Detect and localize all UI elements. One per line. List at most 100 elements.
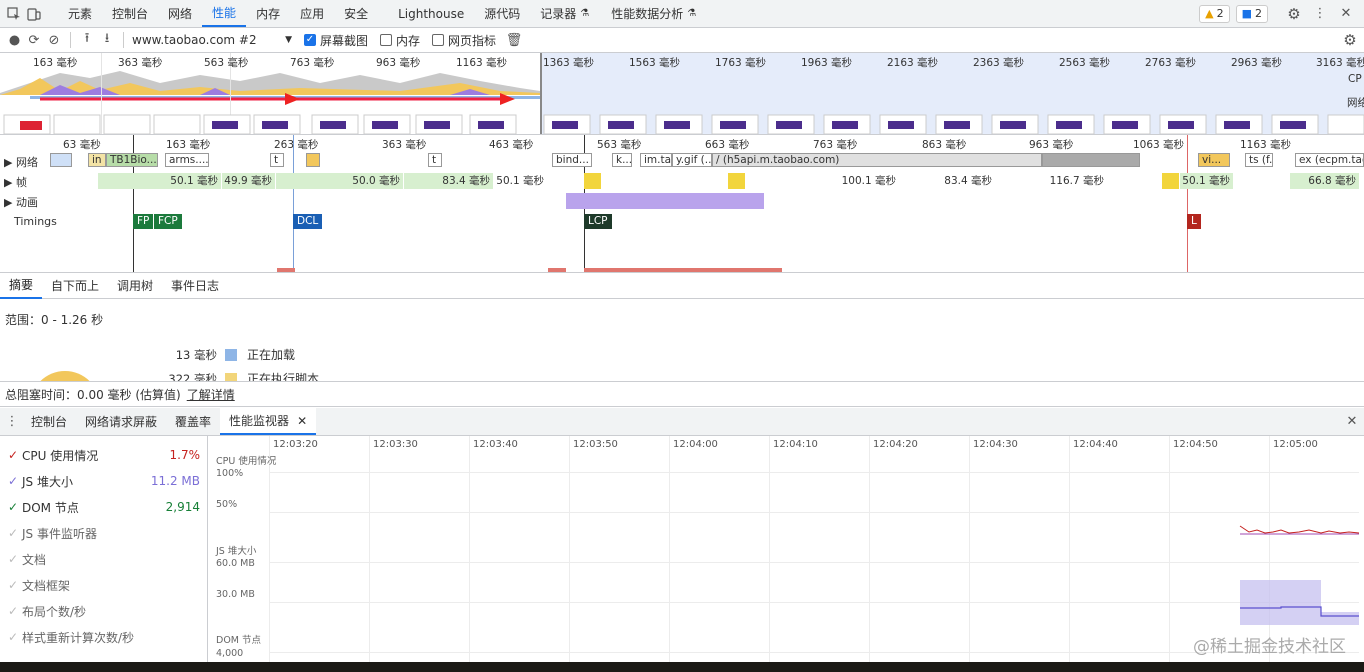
frame[interactable]: 50.1 毫秒 xyxy=(1180,173,1234,189)
overview-tick: 1163 毫秒 xyxy=(456,57,508,69)
drawer-tab-console[interactable]: 控制台 xyxy=(22,408,76,435)
track-timings[interactable]: Timings xyxy=(14,215,57,228)
more-options-icon[interactable]: ⋮ xyxy=(1310,4,1330,24)
tab-event-log[interactable]: 事件日志 xyxy=(162,273,228,299)
screenshots-checkbox[interactable]: ✓ 屏幕截图 xyxy=(304,32,368,49)
tab-memory[interactable]: 内存 xyxy=(246,0,290,27)
clear-icon[interactable]: ⊘ xyxy=(44,30,64,50)
network-request[interactable]: t xyxy=(270,153,284,167)
tab-application[interactable]: 应用 xyxy=(290,0,334,27)
track-animation[interactable]: ▶ 动画 xyxy=(4,194,38,210)
network-request[interactable]: in xyxy=(88,153,106,167)
network-request[interactable]: y.gif (... xyxy=(672,153,712,167)
inspect-element-icon[interactable] xyxy=(4,4,24,24)
webvitals-checkbox[interactable]: 网页指标 xyxy=(432,32,496,49)
profile-select[interactable]: www.taobao.com #2 ▼ xyxy=(132,33,292,47)
metric-layouts-per-sec[interactable]: ✓ 布局个数/秒 xyxy=(8,600,200,622)
settings-gear-icon[interactable]: ⚙ xyxy=(1284,4,1304,24)
metric-frames[interactable]: ✓ 文档框架 xyxy=(8,574,200,596)
tab-summary[interactable]: 摘要 xyxy=(0,273,43,299)
network-request[interactable]: / (h5api.m.taobao.com) xyxy=(712,153,1042,167)
close-devtools-icon[interactable]: ✕ xyxy=(1336,4,1356,24)
frame[interactable]: 50.0 毫秒 xyxy=(276,173,404,189)
warnings-badge[interactable]: ▲ 2 xyxy=(1199,4,1230,23)
network-request[interactable]: im.tao xyxy=(640,153,672,167)
frame-partial[interactable] xyxy=(728,173,746,189)
tab-call-tree[interactable]: 调用树 xyxy=(108,273,162,299)
flame-chart-timeline[interactable]: 63 毫秒 163 毫秒 263 毫秒 363 毫秒 463 毫秒 563 毫秒… xyxy=(0,135,1364,273)
tab-performance[interactable]: 性能 xyxy=(202,0,247,27)
frame[interactable]: 49.9 毫秒 xyxy=(222,173,276,189)
toolbar-divider xyxy=(123,32,124,48)
metric-cpu-usage[interactable]: ✓ CPU 使用情况 1.7% xyxy=(8,444,200,466)
track-network[interactable]: ▶ 网络 xyxy=(4,154,38,170)
track-frames[interactable]: ▶ 帧 xyxy=(4,174,27,190)
metric-js-heap[interactable]: ✓ JS 堆大小 11.2 MB xyxy=(8,470,200,492)
messages-badge[interactable]: ■ 2 xyxy=(1235,4,1268,23)
tab-elements[interactable]: 元素 xyxy=(58,0,102,27)
tab-sources[interactable]: 源代码 xyxy=(474,0,530,27)
network-request[interactable] xyxy=(50,153,72,167)
frame-partial[interactable] xyxy=(584,173,602,189)
network-request[interactable] xyxy=(1042,153,1140,167)
animation-block[interactable] xyxy=(566,193,764,209)
drawer-menu-icon[interactable]: ⋮ xyxy=(2,412,22,432)
learn-more-link[interactable]: 了解详情 xyxy=(187,386,235,403)
network-request[interactable]: bind... xyxy=(552,153,592,167)
metric-dom-nodes[interactable]: ✓ DOM 节点 2,914 xyxy=(8,496,200,518)
frame[interactable]: 50.1 毫秒 xyxy=(494,173,548,189)
frame[interactable]: 50.1 毫秒 xyxy=(98,173,222,189)
network-request[interactable]: t xyxy=(428,153,442,167)
frame[interactable]: 83.4 毫秒 xyxy=(900,173,996,189)
tab-performance-insights[interactable]: 性能数据分析 ⚗ xyxy=(601,0,706,27)
network-request[interactable]: k... xyxy=(612,153,632,167)
drawer-tab-network-blocking[interactable]: 网络请求屏蔽 xyxy=(76,408,166,435)
record-icon[interactable] xyxy=(4,30,24,50)
close-drawer-icon[interactable]: ✕ xyxy=(1342,412,1362,432)
reload-record-icon[interactable]: ⟳ xyxy=(24,30,44,50)
tab-bottom-up[interactable]: 自下而上 xyxy=(42,273,108,299)
summary-panel: 摘要 自下而上 调用树 事件日志 范围：0 - 1.26 秒 13 毫秒 正在加… xyxy=(0,273,1364,381)
tab-lighthouse[interactable]: Lighthouse xyxy=(388,0,474,27)
fcp-marker[interactable]: FCP xyxy=(154,214,182,229)
timeline-overview[interactable]: 163 毫秒 363 毫秒 563 毫秒 763 毫秒 963 毫秒 1163 … xyxy=(0,53,1364,135)
drawer-tab-coverage[interactable]: 覆盖率 xyxy=(166,408,220,435)
overview-tick: 2963 毫秒 xyxy=(1231,57,1283,69)
metric-style-recalcs-per-sec[interactable]: ✓ 样式重新计算次数/秒 xyxy=(8,626,200,648)
lcp-marker[interactable]: LCP xyxy=(584,214,612,229)
frame-partial[interactable] xyxy=(1162,173,1180,189)
load-marker[interactable]: L xyxy=(1187,214,1201,229)
network-request[interactable]: ex (ecpm.tao xyxy=(1295,153,1364,167)
memory-checkbox[interactable]: 内存 xyxy=(380,32,420,49)
network-request[interactable]: TB1Bio... xyxy=(106,153,158,167)
upload-profile-icon[interactable]: ⭱ xyxy=(77,30,97,50)
frame[interactable]: 100.1 毫秒 xyxy=(818,173,900,189)
metric-documents[interactable]: ✓ 文档 xyxy=(8,548,200,570)
tab-console[interactable]: 控制台 xyxy=(102,0,158,27)
legend-value: 322 毫秒 xyxy=(168,371,217,382)
tab-recorder[interactable]: 记录器 ⚗ xyxy=(530,0,591,27)
network-request[interactable]: vi... xyxy=(1198,153,1230,167)
frame[interactable]: 116.7 毫秒 xyxy=(996,173,1108,189)
dcl-marker[interactable]: DCL xyxy=(293,214,323,229)
check-icon: ✓ xyxy=(8,526,19,540)
overview-tick: 1563 毫秒 xyxy=(629,57,681,69)
device-toolbar-icon[interactable] xyxy=(24,4,44,24)
tab-network[interactable]: 网络 xyxy=(158,0,202,27)
close-tab-icon[interactable]: ✕ xyxy=(297,414,307,428)
total-blocking-time-text: 总阻塞时间：0.00 毫秒 (估算值) xyxy=(5,387,181,402)
frame[interactable]: 66.8 毫秒 xyxy=(1290,173,1360,189)
drawer-tab-performance-monitor[interactable]: 性能监视器 ✕ xyxy=(220,408,317,435)
network-request[interactable]: ts (f... xyxy=(1245,153,1273,167)
download-profile-icon[interactable]: ⭳ xyxy=(97,30,117,50)
fp-marker[interactable]: FP xyxy=(133,214,154,229)
capture-settings-icon[interactable]: ⚙ xyxy=(1340,30,1360,50)
garbage-collect-icon[interactable]: 🗑 xyxy=(504,30,524,50)
metric-js-event-listeners[interactable]: ✓ JS 事件监听器 xyxy=(8,522,200,544)
devtools-tab-bar: 元素 控制台 网络 性能 内存 应用 安全 Lighthouse 源代码 记录器… xyxy=(0,0,1364,28)
tab-security[interactable]: 安全 xyxy=(334,0,378,27)
network-request[interactable]: arms.... xyxy=(165,153,209,167)
network-request[interactable] xyxy=(306,153,320,167)
checkbox-checked-icon: ✓ xyxy=(304,34,316,46)
frame[interactable]: 83.4 毫秒 xyxy=(404,173,494,189)
